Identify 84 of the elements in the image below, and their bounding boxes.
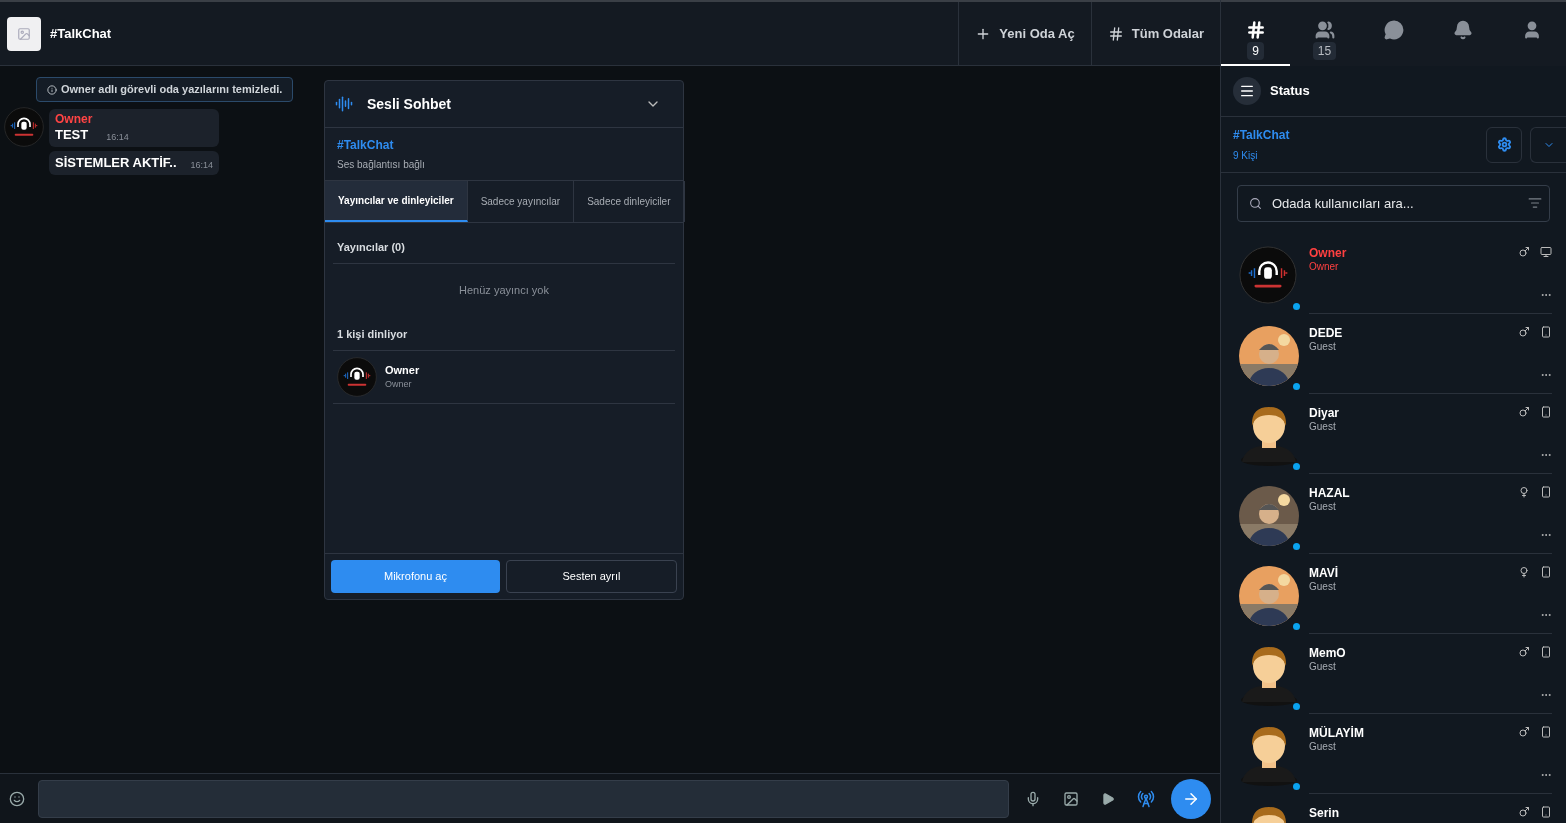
user-name[interactable]: MÜLAYİM	[1309, 726, 1518, 741]
female-icon	[1518, 566, 1530, 578]
room-title: #TalkChat	[50, 24, 112, 43]
logo-avatar-icon	[1239, 246, 1297, 304]
user-role: Owner	[1309, 261, 1340, 273]
female-icon	[1518, 486, 1530, 498]
user-role: Guest	[1309, 661, 1337, 673]
phone-icon	[1540, 326, 1552, 338]
send-button[interactable]	[1171, 778, 1211, 819]
member-count: 9 Kişi	[1233, 149, 1259, 163]
user-name[interactable]: MemO	[1309, 646, 1518, 661]
user-role: Guest	[1309, 741, 1337, 753]
search-icon	[1249, 197, 1262, 210]
user-role: Guest	[1309, 581, 1337, 593]
male-icon	[1518, 246, 1530, 258]
monitor-icon	[1540, 246, 1552, 258]
status-label: Status	[1270, 82, 1310, 101]
user-name[interactable]: MAVİ	[1309, 566, 1518, 581]
speech-bubble-icon	[1383, 20, 1404, 40]
sidebar-tab[interactable]: 9	[1221, 2, 1290, 66]
voice-tab[interactable]: Sadece dinleyiciler	[574, 181, 685, 222]
hash-icon	[1245, 20, 1266, 40]
message-text: SİSTEMLER AKTİF..	[55, 154, 177, 172]
user-name[interactable]: Owner	[1309, 246, 1518, 261]
group-icon	[1314, 20, 1335, 40]
listener-role: Owner	[385, 378, 413, 391]
phone-icon	[1540, 806, 1552, 818]
leave-button[interactable]: Sesten ayrıl	[506, 560, 677, 593]
male-icon	[1518, 406, 1530, 418]
room-image-icon	[7, 16, 41, 51]
header-button[interactable]: Yeni Oda Aç	[958, 2, 1091, 65]
user-role: Guest	[1309, 501, 1337, 513]
menu-icon	[1239, 83, 1255, 99]
phone-icon	[1540, 406, 1552, 418]
message-time: 16:14	[106, 130, 129, 144]
listener-name: Owner	[385, 362, 420, 378]
room-name: #TalkChat	[1233, 127, 1290, 144]
image-icon[interactable]	[1063, 790, 1079, 807]
section-heading: Yayıncılar (0)	[333, 223, 675, 264]
user-role: Guest	[1309, 341, 1337, 353]
phone-icon	[1540, 726, 1552, 738]
panel-title: Sesli Sohbet	[367, 94, 452, 114]
section-heading: 1 kişi dinliyor	[333, 316, 675, 351]
microphone-icon[interactable]	[1025, 790, 1041, 807]
menu-button[interactable]	[1233, 77, 1261, 105]
empty-state-text: Henüz yayıncı yok	[458, 282, 550, 298]
filter-icon	[1528, 196, 1542, 210]
sidebar-tab[interactable]: 15	[1290, 2, 1359, 66]
user-name[interactable]: DEDE	[1309, 326, 1518, 341]
phone-icon	[1540, 486, 1552, 498]
message-input[interactable]	[38, 779, 1009, 818]
logo-avatar-icon	[337, 356, 377, 397]
user-role: Guest	[1309, 421, 1337, 433]
avatar-silhouette-icon	[1239, 646, 1299, 706]
sender-name: Owner	[55, 112, 93, 126]
info-icon	[47, 84, 57, 95]
audio-bars-icon	[335, 95, 353, 113]
logo-avatar-icon	[4, 107, 44, 147]
user-search-field[interactable]: Odada kullanıcıları ara...	[1237, 185, 1550, 222]
phone-icon	[1540, 646, 1552, 658]
voice-room-name: #TalkChat	[337, 137, 395, 154]
bell-icon	[1452, 20, 1473, 40]
emoji-icon[interactable]	[9, 790, 25, 807]
user-name[interactable]: Serin	[1309, 806, 1518, 821]
voice-tab[interactable]: Sadece yayıncılar	[467, 181, 575, 222]
system-notice: Owner adlı görevli oda yazılarını temizledi.	[36, 77, 294, 102]
avatar-silhouette-icon	[1239, 406, 1299, 466]
male-icon	[1518, 646, 1530, 658]
male-icon	[1518, 806, 1530, 818]
play-icon[interactable]	[1101, 791, 1115, 806]
connection-status: Ses bağlantısı bağlı	[337, 158, 426, 172]
phone-icon	[1540, 566, 1552, 578]
room-settings-button[interactable]	[1486, 126, 1522, 163]
voice-tab[interactable]: Yayıncılar ve dinleyiciler	[325, 181, 468, 222]
hash-icon	[1107, 25, 1124, 42]
settings-icon	[1496, 137, 1512, 152]
user-name[interactable]: Diyar	[1309, 406, 1518, 421]
male-icon	[1518, 726, 1530, 738]
male-icon	[1518, 326, 1530, 338]
message-text: TEST	[55, 126, 90, 144]
user-name[interactable]: HAZAL	[1309, 486, 1518, 501]
message-time: 16:14	[190, 158, 214, 172]
avatar-silhouette-icon	[1239, 726, 1299, 786]
antenna-icon[interactable]	[1137, 789, 1155, 808]
